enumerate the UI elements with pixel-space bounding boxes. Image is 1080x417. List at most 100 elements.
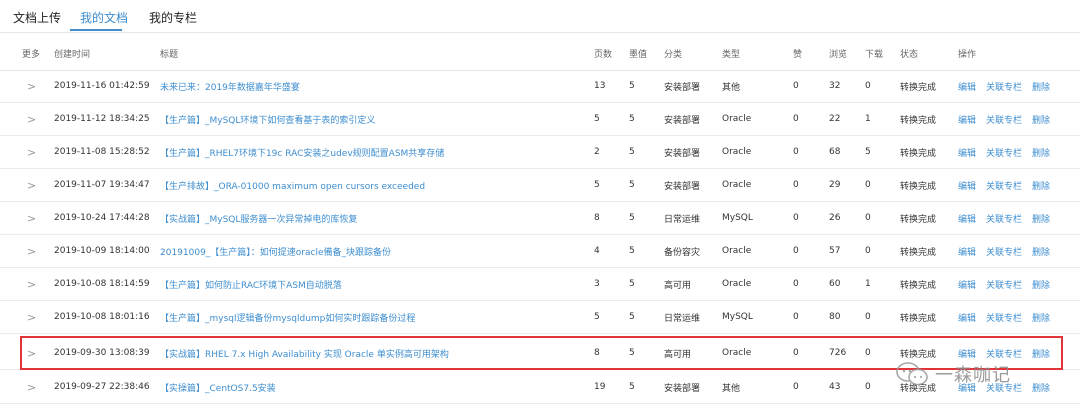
- row-ops: 编辑 关联专栏 删除: [958, 136, 1078, 168]
- row-downloads: 0: [865, 180, 871, 190]
- row-type: MySQL: [722, 213, 753, 223]
- row-category: 安装部署: [664, 148, 701, 159]
- row-status: 转换完成: [900, 148, 937, 159]
- row-category: 高可用: [664, 280, 692, 291]
- edit-link[interactable]: 编辑: [958, 311, 976, 324]
- row-pages: 4: [594, 246, 600, 256]
- row-pages: 8: [594, 213, 600, 223]
- edit-link[interactable]: 编辑: [958, 278, 976, 291]
- delete-link[interactable]: 删除: [1032, 311, 1050, 324]
- delete-link[interactable]: 删除: [1032, 212, 1050, 225]
- row-category: 高可用: [664, 349, 692, 360]
- table-row: > 2019-11-12 18:34:25 【生产篇】_MySQL环境下如何查看…: [0, 103, 1080, 136]
- row-status: 转换完成: [900, 280, 937, 291]
- edit-link[interactable]: 编辑: [958, 179, 976, 192]
- row-title-link[interactable]: 【实操篇】_CentOS7.5安装: [160, 381, 276, 394]
- row-views: 29: [829, 180, 841, 190]
- edit-link[interactable]: 编辑: [958, 245, 976, 258]
- row-title-link[interactable]: 【实战篇】RHEL 7.x High Availability 实现 Oracl…: [160, 347, 449, 360]
- chevron-right-icon[interactable]: >: [27, 245, 36, 258]
- link-column-link[interactable]: 关联专栏: [986, 278, 1022, 291]
- row-ops: 编辑 关联专栏 删除: [958, 235, 1078, 267]
- row-likes: 0: [793, 180, 799, 190]
- edit-link[interactable]: 编辑: [958, 113, 976, 126]
- header-likes: 赞: [793, 49, 803, 60]
- row-coins: 5: [629, 246, 635, 256]
- tab-my-docs[interactable]: 我的文档: [80, 9, 128, 26]
- row-title-link[interactable]: 【生产篇】_RHEL7环境下19c RAC安装之udev规则配置ASM共享存储: [160, 146, 444, 159]
- chevron-right-icon[interactable]: >: [27, 278, 36, 291]
- chevron-right-icon[interactable]: >: [27, 80, 36, 93]
- row-time: 2019-10-09 18:14:00: [54, 246, 150, 256]
- row-status: 转换完成: [900, 214, 937, 225]
- row-title-link[interactable]: 【生产篇】_MySQL环境下如何查看基于表的索引定义: [160, 113, 375, 126]
- row-title-link[interactable]: 【生产篇】如何防止RAC环境下ASM自动脱落: [160, 278, 342, 291]
- row-status: 转换完成: [900, 313, 937, 324]
- row-ops: 编辑 关联专栏 删除: [958, 301, 1078, 333]
- link-column-link[interactable]: 关联专栏: [986, 113, 1022, 126]
- header-status: 状态: [900, 49, 919, 60]
- row-title-link[interactable]: 【生产篇】_mysql逻辑备份mysqldump如何实时跟踪备份过程: [160, 311, 415, 324]
- row-pages: 8: [594, 348, 600, 358]
- row-type: Oracle: [722, 246, 752, 256]
- row-coins: 5: [629, 147, 635, 157]
- edit-link[interactable]: 编辑: [958, 80, 976, 93]
- delete-link[interactable]: 删除: [1032, 179, 1050, 192]
- row-ops: 编辑 关联专栏 删除: [958, 70, 1078, 102]
- row-title-link[interactable]: 20191009_【生产篇】：如何提速oracle備备_块跟踪备份: [160, 245, 391, 258]
- row-coins: 5: [629, 114, 635, 124]
- chevron-right-icon[interactable]: >: [27, 146, 36, 159]
- row-time: 2019-09-30 13:08:39: [54, 348, 150, 358]
- link-column-link[interactable]: 关联专栏: [986, 146, 1022, 159]
- header-category: 分类: [664, 49, 683, 60]
- header-time: 创建时间: [54, 49, 91, 60]
- delete-link[interactable]: 删除: [1032, 146, 1050, 159]
- row-ops: 编辑 关联专栏 删除: [958, 103, 1078, 135]
- table-row: > 2019-11-16 01:42:59 未来已来：2019年数据嘉年华盛宴 …: [0, 70, 1080, 103]
- chevron-right-icon[interactable]: >: [27, 179, 36, 192]
- row-coins: 5: [629, 348, 635, 358]
- row-pages: 5: [594, 312, 600, 322]
- edit-link[interactable]: 编辑: [958, 146, 976, 159]
- chevron-right-icon[interactable]: >: [27, 347, 36, 360]
- chevron-right-icon[interactable]: >: [27, 311, 36, 324]
- delete-link[interactable]: 删除: [1032, 113, 1050, 126]
- delete-link[interactable]: 删除: [1032, 278, 1050, 291]
- row-category: 日常运维: [664, 313, 701, 324]
- tab-bar: 文档上传 我的文档 我的专栏: [0, 0, 1080, 33]
- header-type: 类型: [722, 49, 741, 60]
- link-column-link[interactable]: 关联专栏: [986, 212, 1022, 225]
- row-time: 2019-11-07 19:34:47: [54, 180, 150, 190]
- row-title-link[interactable]: 【生产排故】_ORA-01000 maximum open cursors ex…: [160, 179, 425, 192]
- link-column-link[interactable]: 关联专栏: [986, 179, 1022, 192]
- row-views: 32: [829, 81, 841, 91]
- tab-my-columns[interactable]: 我的专栏: [149, 9, 197, 26]
- link-column-link[interactable]: 关联专栏: [986, 245, 1022, 258]
- chat-bubble-icon: [896, 362, 928, 386]
- delete-link[interactable]: 删除: [1032, 245, 1050, 258]
- delete-link[interactable]: 删除: [1032, 80, 1050, 93]
- chevron-right-icon[interactable]: >: [27, 113, 36, 126]
- link-column-link[interactable]: 关联专栏: [986, 80, 1022, 93]
- row-views: 57: [829, 246, 841, 256]
- link-column-link[interactable]: 关联专栏: [986, 311, 1022, 324]
- row-pages: 5: [594, 114, 600, 124]
- watermark: 一森咖记: [895, 356, 1080, 392]
- row-status: 转换完成: [900, 181, 937, 192]
- row-pages: 2: [594, 147, 600, 157]
- edit-link[interactable]: 编辑: [958, 212, 976, 225]
- row-likes: 0: [793, 246, 799, 256]
- row-category: 安装部署: [664, 181, 701, 192]
- row-type: Oracle: [722, 147, 752, 157]
- chevron-right-icon[interactable]: >: [27, 381, 36, 394]
- row-type: Oracle: [722, 348, 752, 358]
- row-downloads: 0: [865, 312, 871, 322]
- row-title-link[interactable]: 未来已来：2019年数据嘉年华盛宴: [160, 80, 300, 93]
- table-row: > 2019-10-08 18:14:59 【生产篇】如何防止RAC环境下ASM…: [0, 268, 1080, 301]
- chevron-right-icon[interactable]: >: [27, 212, 36, 225]
- row-ops: 编辑 关联专栏 删除: [958, 169, 1078, 201]
- row-coins: 5: [629, 213, 635, 223]
- row-title-link[interactable]: 【实战篇】_MySQL服务器一次异常掉电的库恢复: [160, 212, 357, 225]
- row-time: 2019-10-08 18:14:59: [54, 279, 150, 289]
- tab-upload-docs[interactable]: 文档上传: [13, 9, 61, 26]
